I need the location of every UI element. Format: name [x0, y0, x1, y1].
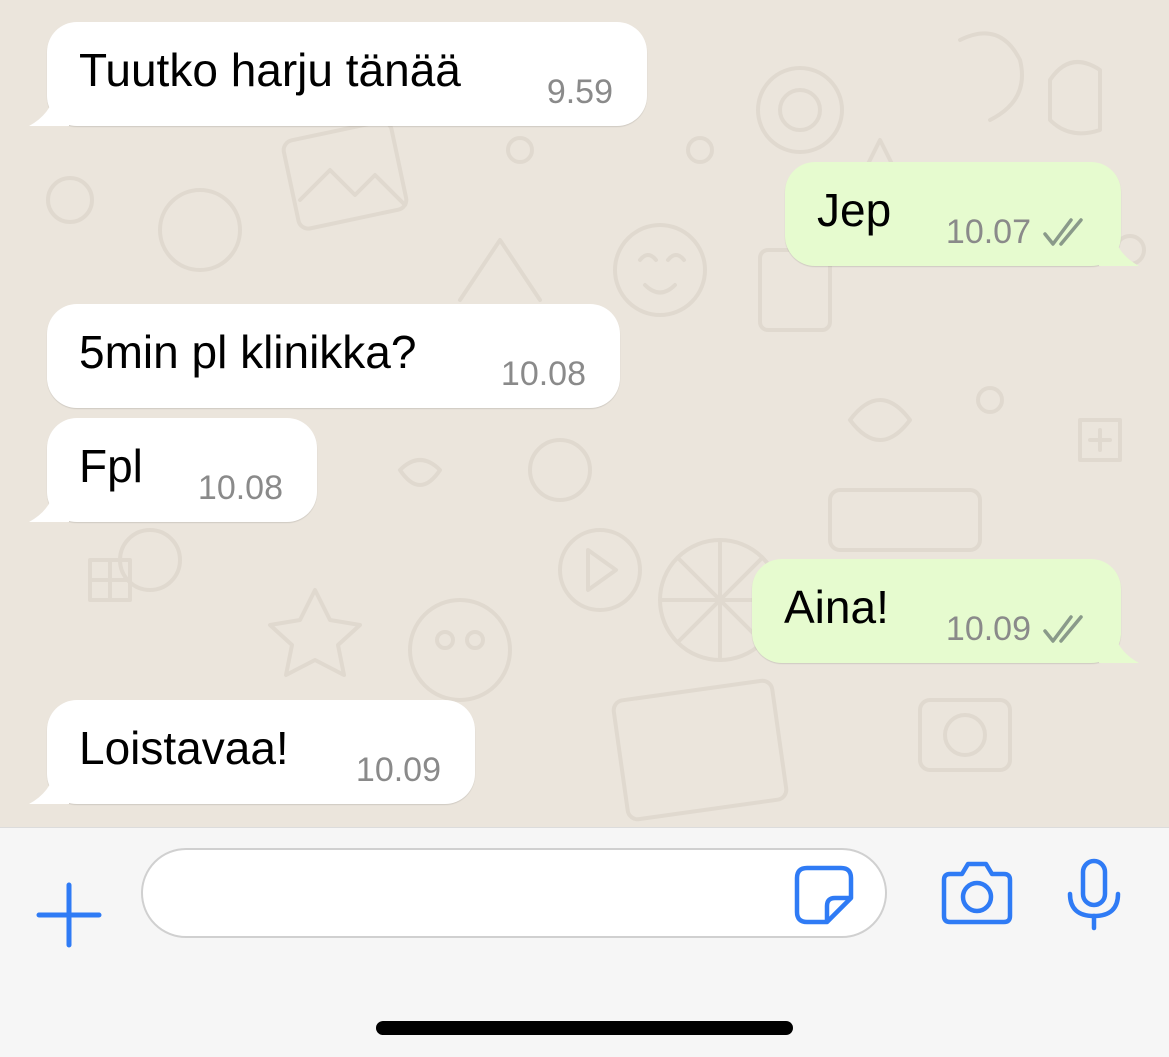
home-indicator — [376, 1021, 793, 1035]
message-text: Fpl — [79, 440, 143, 492]
message-bubble[interactable]: Loistavaa! 10.09 — [29, 700, 475, 804]
bubble-tail — [1099, 629, 1139, 663]
sticker-button[interactable] — [793, 864, 855, 926]
message-text: 5min pl klinikka? — [79, 326, 417, 378]
message-text: Loistavaa! — [79, 722, 289, 774]
bubble-tail — [29, 488, 69, 522]
camera-icon — [941, 861, 1013, 925]
chat-area[interactable]: Tuutko harju tänää 9.59 Jep 10.07 5min p… — [0, 0, 1169, 827]
message-bubble-outgoing[interactable]: Aina! 10.09 — [752, 559, 1139, 663]
message-time: 10.09 — [945, 610, 1031, 648]
read-receipt-icon — [1043, 615, 1083, 643]
message-text: Tuutko harju tänää — [79, 44, 461, 96]
bubble-tail — [29, 92, 69, 126]
message-text: Aina! — [784, 581, 889, 633]
voice-message-button[interactable] — [1064, 858, 1124, 932]
composer-bar — [0, 827, 1169, 1057]
message-bubble-outgoing[interactable]: Jep 10.07 — [785, 162, 1139, 266]
message-bubble[interactable]: Tuutko harju tänää 9.59 — [29, 22, 647, 126]
plus-icon — [36, 882, 102, 948]
microphone-icon — [1067, 858, 1121, 931]
message-text: Jep — [817, 184, 892, 236]
message-time: 10.08 — [197, 469, 283, 507]
read-receipt-icon — [1043, 218, 1083, 246]
bubble-tail — [1099, 232, 1139, 266]
bubble-tail — [29, 770, 69, 804]
message-bubble[interactable]: Fpl 10.08 — [29, 418, 317, 522]
message-time: 10.08 — [500, 355, 586, 393]
camera-button[interactable] — [940, 860, 1014, 926]
attach-button[interactable] — [34, 880, 104, 950]
sticker-icon — [794, 865, 854, 925]
message-time: 10.09 — [355, 751, 441, 789]
message-bubble[interactable]: 5min pl klinikka? 10.08 — [47, 304, 620, 408]
message-input[interactable] — [141, 848, 887, 938]
message-time: 10.07 — [945, 213, 1031, 251]
message-time: 9.59 — [546, 73, 613, 111]
